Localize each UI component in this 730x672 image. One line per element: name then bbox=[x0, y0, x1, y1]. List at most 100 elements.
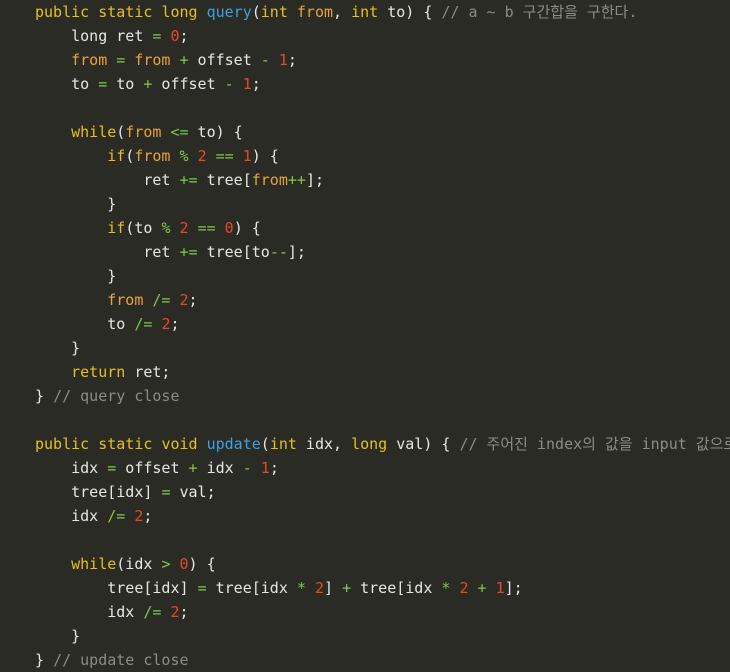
code-token-txt: ]; bbox=[305, 171, 324, 189]
code-token-op: == bbox=[215, 147, 234, 165]
code-line[interactable]: long ret = 0; bbox=[0, 24, 730, 48]
code-line[interactable]: } bbox=[0, 264, 730, 288]
code-line[interactable]: return ret; bbox=[0, 360, 730, 384]
code-line[interactable]: } // query close bbox=[0, 384, 730, 408]
code-token-txt: , bbox=[333, 3, 352, 21]
code-token-num: 2 bbox=[459, 579, 469, 597]
code-token-txt: ; bbox=[188, 291, 198, 309]
code-token-txt: } bbox=[107, 195, 117, 213]
code-token-op: = bbox=[98, 75, 108, 93]
code-token-txt: (to bbox=[125, 219, 162, 237]
code-line[interactable]: idx /= 2; bbox=[0, 600, 730, 624]
code-line[interactable] bbox=[0, 408, 730, 432]
code-token-op: - bbox=[242, 459, 252, 477]
code-line[interactable]: if(from % 2 == 1) { bbox=[0, 144, 730, 168]
code-editor[interactable]: public static long query(int from, int t… bbox=[0, 0, 730, 669]
code-token-kw: void bbox=[161, 435, 198, 453]
code-line[interactable]: idx = offset + idx - 1; bbox=[0, 456, 730, 480]
code-token-num: 1 bbox=[242, 147, 252, 165]
code-line[interactable]: } // update close bbox=[0, 648, 730, 672]
code-token-fld: from bbox=[107, 291, 144, 309]
code-line[interactable] bbox=[0, 528, 730, 552]
code-token-kw: long bbox=[161, 3, 198, 21]
code-token-txt: } bbox=[107, 267, 117, 285]
code-token-num: 1 bbox=[260, 459, 270, 477]
code-line[interactable]: idx /= 2; bbox=[0, 504, 730, 528]
code-token-txt: val) { bbox=[387, 435, 460, 453]
code-token-op: == bbox=[197, 219, 216, 237]
code-token-op: -- bbox=[269, 243, 288, 261]
code-line[interactable]: to /= 2; bbox=[0, 312, 730, 336]
code-line[interactable]: } bbox=[0, 192, 730, 216]
code-line[interactable]: to = to + offset - 1; bbox=[0, 72, 730, 96]
code-token-cmt: // 주어진 index의 값을 input 값으로 변경한다. bbox=[459, 435, 730, 453]
code-line[interactable]: ret += tree[to--]; bbox=[0, 240, 730, 264]
code-token-txt: ( bbox=[260, 435, 270, 453]
code-token-txt: ; bbox=[143, 507, 153, 525]
code-token-kw: while bbox=[71, 123, 117, 141]
code-line[interactable]: } bbox=[0, 336, 730, 360]
code-line[interactable]: while(from <= to) { bbox=[0, 120, 730, 144]
code-line[interactable]: tree[idx] = val; bbox=[0, 480, 730, 504]
code-line[interactable]: while(idx > 0) { bbox=[0, 552, 730, 576]
code-token-txt: (idx bbox=[116, 555, 162, 573]
code-token-fld: from bbox=[296, 3, 334, 21]
code-line[interactable]: public static void update(int idx, long … bbox=[0, 432, 730, 456]
code-token-txt: offset bbox=[116, 459, 189, 477]
code-token-txt: tree[idx bbox=[351, 579, 442, 597]
code-token-txt: to bbox=[71, 75, 99, 93]
code-line[interactable]: if(to % 2 == 0) { bbox=[0, 216, 730, 240]
code-line[interactable] bbox=[0, 96, 730, 120]
code-token-txt: idx bbox=[71, 459, 108, 477]
code-token-txt: offset bbox=[152, 75, 225, 93]
code-token-txt: idx bbox=[107, 603, 144, 621]
code-token-txt: ; bbox=[251, 75, 261, 93]
code-line[interactable]: from = from + offset - 1; bbox=[0, 48, 730, 72]
code-line[interactable]: public static long query(int from, int t… bbox=[0, 0, 730, 24]
code-token-txt: ret bbox=[143, 171, 180, 189]
code-token-op: + bbox=[188, 459, 198, 477]
code-line[interactable]: tree[idx] = tree[idx * 2] + tree[idx * 2… bbox=[0, 576, 730, 600]
code-line[interactable]: from /= 2; bbox=[0, 288, 730, 312]
code-token-txt: } bbox=[35, 387, 54, 405]
code-token-cmt: // update close bbox=[53, 651, 189, 669]
code-token-cmt: // query close bbox=[53, 387, 180, 405]
code-line[interactable]: ret += tree[from++]; bbox=[0, 168, 730, 192]
code-token-num: 0 bbox=[224, 219, 234, 237]
code-token-fld: from bbox=[134, 147, 171, 165]
code-token-txt: ; bbox=[287, 51, 297, 69]
code-token-txt: idx bbox=[71, 507, 108, 525]
code-token-txt: to) { bbox=[378, 3, 442, 21]
code-token-txt: offset bbox=[188, 51, 261, 69]
code-token-op: % bbox=[179, 147, 189, 165]
code-token-num: 2 bbox=[179, 219, 189, 237]
code-token-txt: ( bbox=[125, 147, 135, 165]
code-token-num: 2 bbox=[179, 291, 189, 309]
code-token-kw: long bbox=[351, 435, 388, 453]
code-token-txt: to) { bbox=[188, 123, 243, 141]
code-token-txt: tree[idx] bbox=[71, 483, 162, 501]
code-token-op: /= bbox=[152, 291, 171, 309]
code-token-txt: ( bbox=[116, 123, 126, 141]
code-line[interactable]: } bbox=[0, 624, 730, 648]
code-token-op: = bbox=[116, 51, 126, 69]
code-token-op: + bbox=[477, 579, 487, 597]
code-token-op: = bbox=[107, 459, 117, 477]
code-token-op: - bbox=[260, 51, 270, 69]
code-token-fld: from bbox=[125, 123, 162, 141]
